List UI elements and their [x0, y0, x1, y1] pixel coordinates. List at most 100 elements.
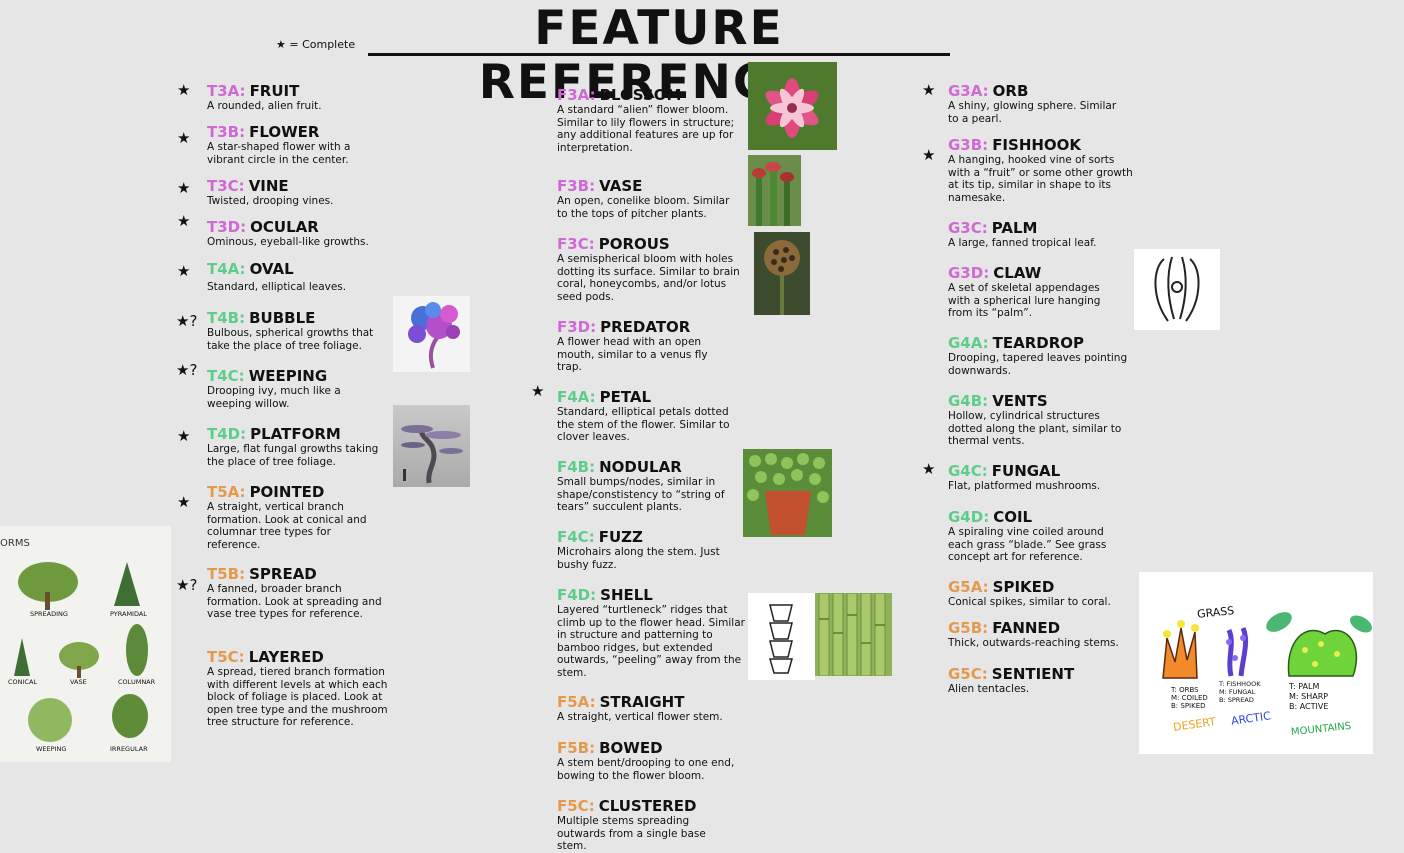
- feature-desc: Standard, elliptical petals dotted the s…: [557, 406, 730, 443]
- feature-desc: Flat, platformed mushrooms.: [948, 480, 1101, 492]
- feature-desc: Alien tentacles.: [948, 683, 1030, 695]
- feature-code: T4B:: [207, 309, 246, 327]
- claw-sketch-image: [1134, 249, 1220, 330]
- feature-name: COIL: [993, 508, 1033, 526]
- feature-code: T5B:: [207, 565, 246, 583]
- feature-name: VENTS: [992, 392, 1048, 410]
- tree-label: VASE: [70, 678, 87, 686]
- feature-name: LAYERED: [248, 648, 324, 666]
- feature-desc: A shiny, glowing sphere. Similar to a pe…: [948, 100, 1117, 125]
- feature-desc: An open, conelike bloom. Similar to the …: [557, 195, 730, 220]
- feature-code: T3D:: [207, 218, 247, 236]
- feature-desc: Ominous, eyeball-like growths.: [207, 236, 369, 248]
- feature-t4d: T4D: PLATFORM Large, flat fungal growths …: [207, 426, 392, 468]
- feature-code: F5C:: [557, 797, 595, 815]
- string-of-tears-image: [743, 449, 832, 537]
- feature-t5a: T5A: POINTED A straight, vertical branch …: [207, 484, 387, 551]
- feature-name: BUBBLE: [249, 309, 316, 327]
- bubble-tree-image: [393, 296, 470, 372]
- feature-desc: A star-shaped flower with a vibrant circ…: [207, 141, 351, 166]
- feature-name: POINTED: [249, 483, 325, 501]
- grass-mountains-notes: T: PALM M: SHARP B: ACTIVE: [1289, 682, 1329, 711]
- feature-desc: A set of skeletal appendages with a sphe…: [948, 282, 1101, 319]
- grass-desert-notes: T: ORBS M: COILED B: SPIKED: [1171, 686, 1208, 710]
- lotus-pod-image: [754, 232, 810, 315]
- feature-desc: Twisted, drooping vines.: [207, 195, 334, 207]
- page-title: FEATURE REFERENCES: [368, 2, 950, 110]
- feature-code: G3A:: [948, 82, 989, 100]
- feature-code: T5C:: [207, 648, 245, 666]
- feature-name: VASE: [599, 177, 643, 195]
- status-star: ★: [177, 212, 191, 230]
- feature-g3c: G3C: PALM A large, fanned tropical leaf.: [948, 220, 1133, 250]
- feature-name: PLATFORM: [250, 425, 341, 443]
- tree-label: COLUMNAR: [118, 678, 156, 686]
- feature-desc: A stem bent/drooping to one end, bowing …: [557, 757, 735, 782]
- tree-label: WEEPING: [36, 745, 67, 753]
- feature-code: T3A:: [207, 82, 246, 100]
- status-star: ★: [177, 81, 191, 99]
- grass-concept-image: GRASS T: ORBS M: COILED B: SPIKED DESERT…: [1139, 572, 1373, 754]
- feature-code: F4B:: [557, 458, 596, 476]
- feature-name: SENTIENT: [991, 665, 1075, 683]
- feature-name: NODULAR: [599, 458, 682, 476]
- feature-t3b: T3B: FLOWER A star-shaped flower with a v…: [207, 124, 382, 166]
- feature-name: SPIKED: [992, 578, 1055, 596]
- feature-name: OCULAR: [250, 218, 319, 236]
- feature-t4c: T4C: WEEPING Drooping ivy, much like a we…: [207, 368, 367, 410]
- feature-code: T5A:: [207, 483, 246, 501]
- feature-name: FISHHOOK: [992, 136, 1082, 154]
- bamboo-image: [815, 593, 892, 676]
- feature-name: CLUSTERED: [598, 797, 697, 815]
- feature-name: SHELL: [600, 586, 653, 604]
- tree-label: SPREADING: [30, 610, 68, 618]
- feature-desc: A spread, tiered branch formation with d…: [207, 666, 388, 728]
- platform-tree-image: [393, 405, 470, 487]
- feature-f3b: F3B: VASE An open, conelike bloom. Simila…: [557, 178, 742, 220]
- lily-image: [748, 62, 837, 150]
- status-star: ★?: [176, 312, 198, 330]
- feature-g4d: G4D: COIL A spiraling vine coiled around …: [948, 509, 1128, 564]
- feature-f3a: F3A: BLOSSOM A standard “alien” flower bl…: [557, 87, 742, 154]
- status-star: ★: [177, 179, 191, 197]
- feature-f3d: F3D: PREDATOR A flower head with an open …: [557, 319, 727, 374]
- feature-code: F4C:: [557, 528, 595, 546]
- feature-code: G4C:: [948, 462, 988, 480]
- feature-code: F4D:: [557, 586, 597, 604]
- feature-code: F3B:: [557, 177, 596, 195]
- feature-desc: A standard “alien” flower bloom. Similar…: [557, 104, 735, 154]
- feature-desc: A spiraling vine coiled around each gras…: [948, 526, 1107, 563]
- status-star: ★: [177, 493, 191, 511]
- feature-name: CLAW: [993, 264, 1042, 282]
- status-star: ★: [177, 427, 191, 445]
- feature-g4b: G4B: VENTS Hollow, cylindrical structures…: [948, 393, 1133, 448]
- feature-desc: Layered “turtleneck” ridges that climb u…: [557, 604, 745, 679]
- feature-desc: Standard, elliptical leaves.: [207, 281, 347, 293]
- tree-label: CONICAL: [8, 678, 38, 686]
- feature-name: PETAL: [599, 388, 652, 406]
- feature-code: G5C:: [948, 665, 988, 683]
- feature-desc: Conical spikes, similar to coral.: [948, 596, 1111, 608]
- feature-code: F3A:: [557, 86, 596, 104]
- grass-arctic-notes: T: FISHHOOK M: FUNGAL B: SPREAD: [1219, 680, 1261, 704]
- feature-desc: A rounded, alien fruit.: [207, 100, 322, 112]
- tree-forms-image: ORMS SPREADING PYRAMIDAL CONICAL VASE CO…: [0, 526, 171, 762]
- feature-g5c: G5C: SENTIENT Alien tentacles.: [948, 666, 1133, 696]
- feature-code: G3D:: [948, 264, 990, 282]
- feature-name: FLOWER: [249, 123, 320, 141]
- feature-g4c: G4C: FUNGAL Flat, platformed mushrooms.: [948, 463, 1133, 493]
- status-star: ★: [531, 382, 545, 400]
- status-star: ★?: [176, 576, 198, 594]
- feature-name: FANNED: [992, 619, 1061, 637]
- feature-desc: A fanned, broader branch formation. Look…: [207, 583, 382, 620]
- pitcher-plant-image: [748, 155, 801, 226]
- feature-code: T4C:: [207, 367, 245, 385]
- feature-t5b: T5B: SPREAD A fanned, broader branch form…: [207, 566, 382, 621]
- feature-g3d: G3D: CLAW A set of skeletal appendages wi…: [948, 265, 1123, 320]
- feature-name: FRUIT: [249, 82, 300, 100]
- feature-code: F3D:: [557, 318, 597, 336]
- feature-name: WEEPING: [248, 367, 328, 385]
- feature-name: FUZZ: [598, 528, 643, 546]
- legend-complete: ★ = Complete: [276, 38, 356, 51]
- feature-t4a: T4A: OVAL Standard, elliptical leaves.: [207, 261, 392, 294]
